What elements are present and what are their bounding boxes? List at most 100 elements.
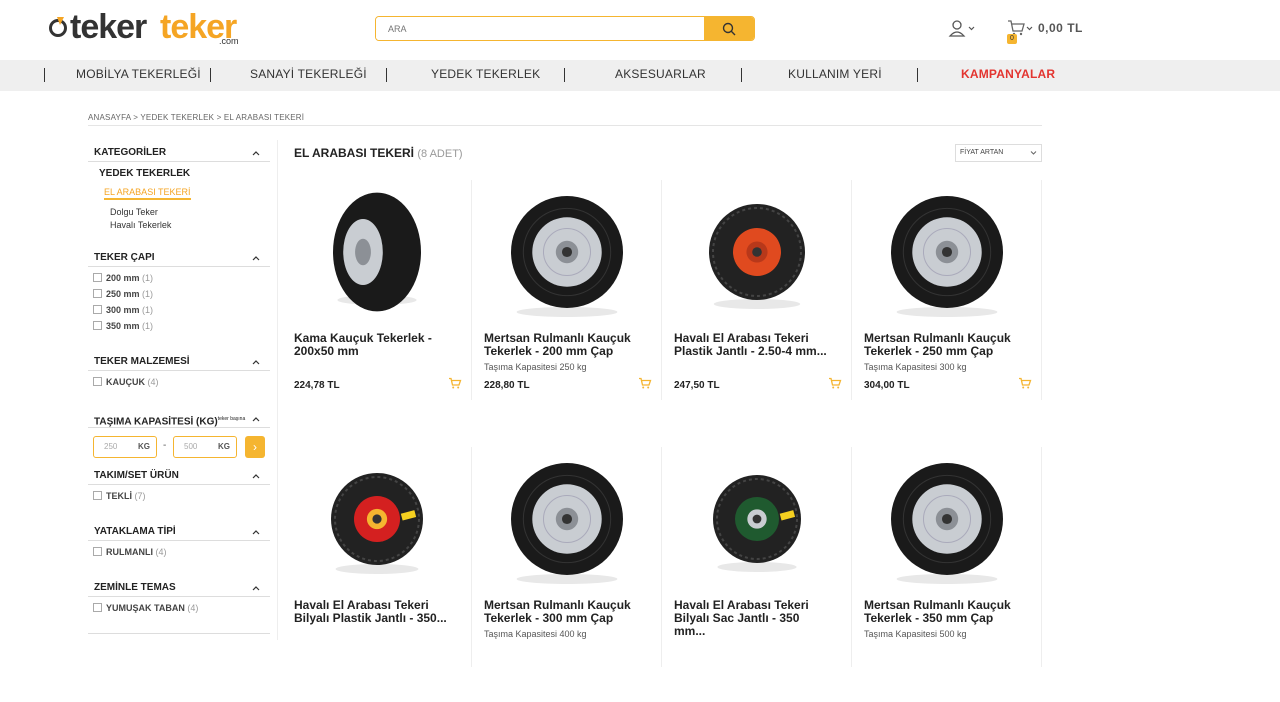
- add-to-cart-icon[interactable]: [828, 377, 842, 390]
- filter-checkbox[interactable]: [93, 491, 102, 500]
- filter-options-bearing: RULMANLI (4): [88, 547, 270, 559]
- add-to-cart-icon[interactable]: [638, 377, 652, 390]
- product-image[interactable]: [852, 180, 1042, 325]
- product-name[interactable]: Havalı El Arabası Tekeri Bilyalı Sac Jan…: [674, 599, 834, 638]
- product-name[interactable]: Havalı El Arabası Tekeri Bilyalı Plastik…: [294, 599, 454, 625]
- range-dash: -: [163, 440, 167, 451]
- product-image[interactable]: [662, 180, 852, 325]
- capacity-min-input[interactable]: 250 KG: [93, 436, 157, 458]
- category-active[interactable]: EL ARABASI TEKERİ: [104, 187, 191, 200]
- capacity-apply-button[interactable]: ›: [245, 436, 265, 458]
- logo-text-dark: teker: [70, 8, 147, 46]
- nav-separator: [386, 68, 387, 82]
- product-price: 228,80 TL: [484, 380, 530, 391]
- add-to-cart-icon[interactable]: [448, 377, 462, 390]
- filter-checkbox[interactable]: [93, 377, 102, 386]
- filter-option[interactable]: 200 mm (1): [106, 273, 153, 283]
- filter-header-contact[interactable]: ZEMİNLE TEMAS: [88, 575, 270, 597]
- product-card[interactable]: Mertsan Rulmanlı Kauçuk Tekerlek - 200 m…: [472, 180, 662, 435]
- search-icon: [722, 22, 736, 35]
- filter-title: KATEGORİLER: [94, 147, 167, 158]
- product-name[interactable]: Mertsan Rulmanlı Kauçuk Tekerlek - 300 m…: [484, 599, 644, 625]
- filter-checkbox[interactable]: [93, 321, 102, 330]
- search-button[interactable]: [704, 17, 754, 40]
- category-child[interactable]: Havalı Tekerlek: [110, 220, 171, 230]
- chevron-up-icon: [252, 474, 260, 479]
- nav-item-mobilya[interactable]: MOBİLYA TEKERLEĞİ: [76, 60, 201, 91]
- product-card[interactable]: Havalı El Arabası Tekeri Bilyalı Sac Jan…: [662, 447, 852, 702]
- nav-separator: [210, 68, 211, 82]
- product-image[interactable]: [282, 447, 472, 592]
- product-card[interactable]: Mertsan Rulmanlı Kauçuk Tekerlek - 350 m…: [852, 447, 1042, 702]
- product-image[interactable]: [472, 180, 662, 325]
- filter-checkbox[interactable]: [93, 273, 102, 282]
- product-image[interactable]: [282, 180, 472, 325]
- filter-option[interactable]: KAUÇUK (4): [106, 377, 159, 387]
- filter-header-material[interactable]: TEKER MALZEMESİ: [88, 349, 270, 371]
- filter-checkbox[interactable]: [93, 547, 102, 556]
- filter-header-set[interactable]: TAKIM/SET ÜRÜN: [88, 463, 270, 485]
- cart-total[interactable]: 0,00 TL: [1038, 21, 1083, 35]
- product-capacity: Taşıma Kapasitesi 300 kg: [864, 362, 967, 372]
- chevron-up-icon: [252, 360, 260, 365]
- category-child[interactable]: Dolgu Teker: [110, 207, 158, 217]
- product-capacity: Taşıma Kapasitesi 250 kg: [484, 362, 587, 372]
- product-name[interactable]: Mertsan Rulmanlı Kauçuk Tekerlek - 250 m…: [864, 332, 1024, 358]
- filter-checkbox[interactable]: [93, 603, 102, 612]
- nav-separator: [917, 68, 918, 82]
- nav-item-aksesuarlar[interactable]: AKSESUARLAR: [615, 60, 706, 91]
- filter-option[interactable]: RULMANLI (4): [106, 547, 167, 557]
- product-image[interactable]: [662, 447, 852, 592]
- logo-mark-icon: [49, 17, 67, 37]
- nav-separator: [564, 68, 565, 82]
- filter-options-contact: YUMUŞAK TABAN (4): [88, 603, 270, 615]
- sort-select[interactable]: FİYAT ARTAN: [955, 144, 1042, 162]
- product-name[interactable]: Mertsan Rulmanlı Kauçuk Tekerlek - 350 m…: [864, 599, 1024, 625]
- capacity-max-input[interactable]: 500 KG: [173, 436, 237, 458]
- product-image[interactable]: [472, 447, 662, 592]
- filter-title: YATAKLAMA TİPİ: [94, 526, 176, 537]
- product-card[interactable]: Mertsan Rulmanlı Kauçuk Tekerlek - 300 m…: [472, 447, 662, 702]
- nav-item-sanayi[interactable]: SANAYİ TEKERLEĞİ: [250, 60, 367, 91]
- filter-note: teker başına: [217, 416, 246, 422]
- product-name[interactable]: Kama Kauçuk Tekerlek - 200x50 mm: [294, 332, 454, 358]
- product-card[interactable]: Kama Kauçuk Tekerlek - 200x50 mm 224,78 T…: [282, 180, 472, 435]
- breadcrumb[interactable]: ANASAYFA > YEDEK TEKERLEK > EL ARABASI T…: [88, 113, 304, 122]
- user-account-icon[interactable]: [948, 19, 976, 39]
- nav-item-kullanim[interactable]: KULLANIM YERİ: [788, 60, 882, 91]
- product-image[interactable]: [852, 447, 1042, 592]
- nav-item-kampanyalar[interactable]: KAMPANYALAR: [961, 60, 1055, 91]
- filter-option[interactable]: TEKLİ (7): [106, 491, 146, 501]
- filter-header-capacity[interactable]: TAŞIMA KAPASİTESİ (KG)teker başına: [88, 406, 270, 428]
- filter-header-categories[interactable]: KATEGORİLER: [88, 140, 270, 162]
- filter-option[interactable]: 350 mm (1): [106, 321, 153, 331]
- nav-item-yedek[interactable]: YEDEK TEKERLEK: [431, 60, 540, 91]
- product-card[interactable]: Mertsan Rulmanlı Kauçuk Tekerlek - 250 m…: [852, 180, 1042, 435]
- product-name[interactable]: Mertsan Rulmanlı Kauçuk Tekerlek - 200 m…: [484, 332, 644, 358]
- site-logo[interactable]: teker teker .com: [48, 10, 248, 50]
- product-card[interactable]: Havalı El Arabası Tekeri Plastik Jantlı …: [662, 180, 852, 435]
- filter-header-diameter[interactable]: TEKER ÇAPI: [88, 245, 270, 267]
- product-name[interactable]: Havalı El Arabası Tekeri Plastik Jantlı …: [674, 332, 834, 358]
- filter-checkbox[interactable]: [93, 289, 102, 298]
- category-parent[interactable]: YEDEK TEKERLEK: [99, 168, 190, 179]
- chevron-up-icon: [252, 256, 260, 261]
- chevron-down-icon: [1030, 151, 1037, 155]
- search-input[interactable]: [376, 17, 704, 40]
- card-divider: [1041, 447, 1042, 667]
- filter-option[interactable]: YUMUŞAK TABAN (4): [106, 603, 198, 613]
- product-price: 224,78 TL: [294, 380, 340, 391]
- product-card[interactable]: Havalı El Arabası Tekeri Bilyalı Plastik…: [282, 447, 472, 702]
- filter-options-set: TEKLİ (7): [88, 491, 270, 503]
- filter-title: TAKIM/SET ÜRÜN: [94, 470, 179, 481]
- filter-checkbox[interactable]: [93, 305, 102, 314]
- logo-suffix: .com: [219, 36, 239, 46]
- add-to-cart-icon[interactable]: [1018, 377, 1032, 390]
- listing-title: EL ARABASI TEKERİ (8 ADET): [294, 146, 463, 160]
- card-divider: [1041, 180, 1042, 400]
- filter-option[interactable]: 300 mm (1): [106, 305, 153, 315]
- cart-count-badge: 0: [1007, 34, 1017, 44]
- filter-header-bearing[interactable]: YATAKLAMA TİPİ: [88, 519, 270, 541]
- filter-option[interactable]: 250 mm (1): [106, 289, 153, 299]
- filter-title: ZEMİNLE TEMAS: [94, 582, 176, 593]
